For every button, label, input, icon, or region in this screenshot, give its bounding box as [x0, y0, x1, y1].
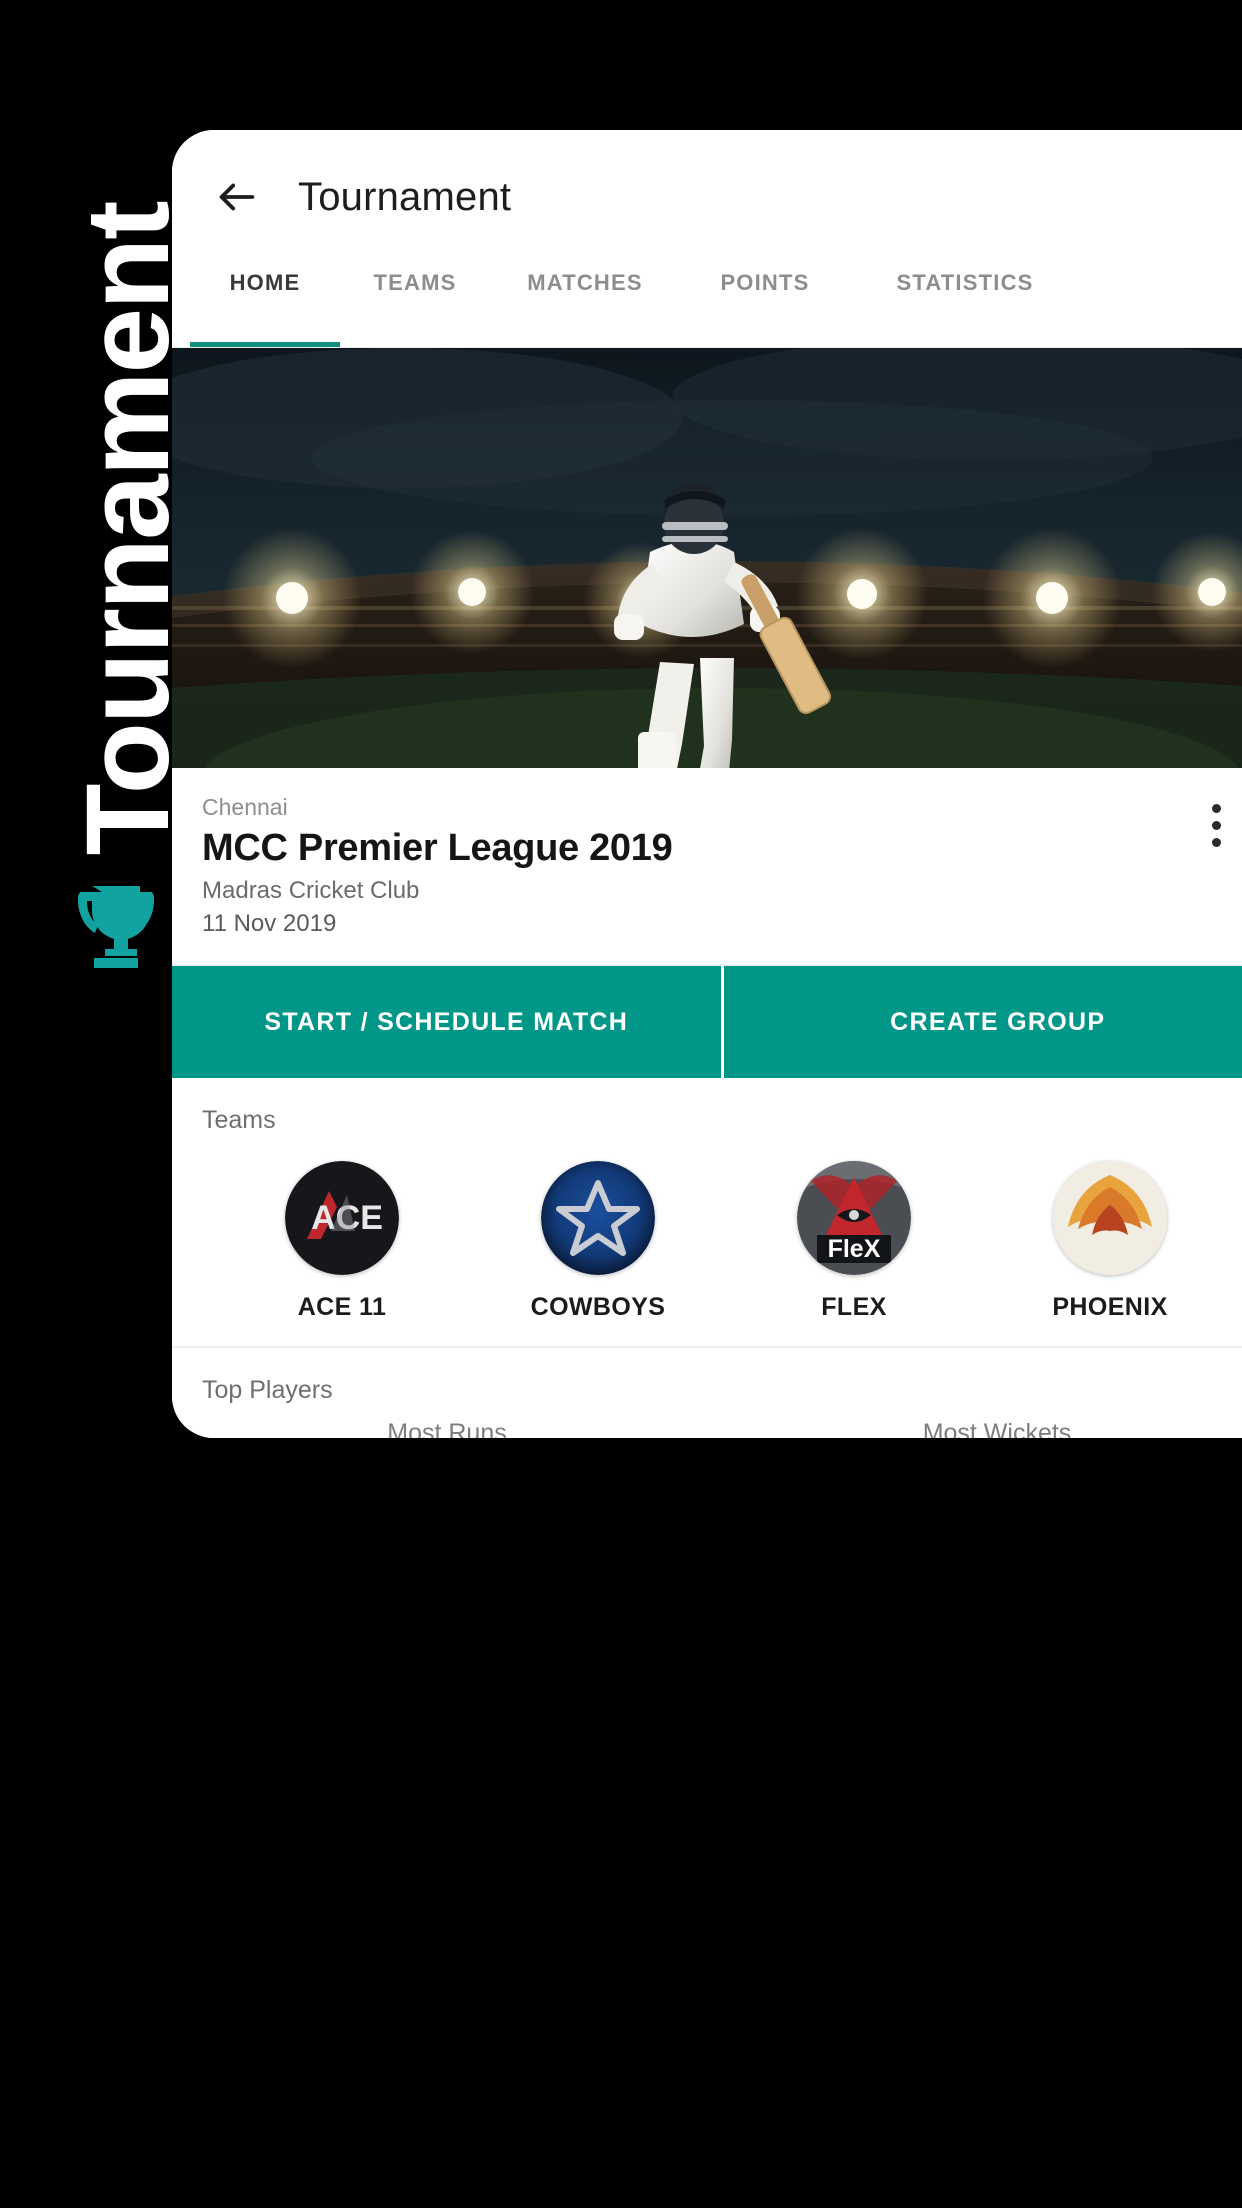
- team-item-cowboys[interactable]: COWBOYS: [506, 1161, 690, 1322]
- top-player-most-wickets[interactable]: Most Wickets 9 Yashwin Krishnakanth ACE …: [722, 1419, 1242, 1438]
- cowboys-star-logo: [541, 1161, 655, 1275]
- start-schedule-match-button[interactable]: START / SCHEDULE MATCH: [172, 966, 721, 1078]
- tab-points[interactable]: POINTS: [680, 264, 850, 347]
- teams-scroll-row[interactable]: ACE ACE 11 COWBOYS FleX FLEX PHOENIX: [172, 1135, 1242, 1346]
- tab-statistics[interactable]: STATISTICS: [850, 264, 1080, 347]
- tournament-info-card[interactable]: Chennai MCC Premier League 2019 Madras C…: [172, 768, 1242, 964]
- tab-home[interactable]: HOME: [190, 264, 340, 347]
- team-name: PHOENIX: [1052, 1293, 1168, 1321]
- team-item-flex[interactable]: FleX FLEX: [762, 1161, 946, 1322]
- team-name: FLEX: [821, 1293, 887, 1321]
- team-name: ACE 11: [297, 1293, 387, 1321]
- promo-vertical-title: Tournament: [62, 202, 194, 856]
- top-players-grid: Most Runs 168 Mithun Jai COWBOYS Most Wi…: [172, 1405, 1242, 1438]
- tab-bar: HOME TEAMS MATCHES POINTS STATISTICS: [172, 264, 1242, 348]
- app-screen: Tournament HOME TEAMS MATCHES POINTS STA…: [172, 130, 1242, 1438]
- more-vertical-icon[interactable]: [1190, 794, 1242, 938]
- team-name: COWBOYS: [530, 1293, 666, 1321]
- team-item-phoenix[interactable]: PHOENIX: [1018, 1161, 1202, 1322]
- ace-logo: ACE: [285, 1161, 399, 1275]
- top-players-section: Top Players Most Runs 168 Mithun Jai COW…: [172, 1346, 1242, 1438]
- create-group-button[interactable]: CREATE GROUP: [720, 966, 1242, 1078]
- page-title: Tournament: [298, 174, 512, 219]
- teams-section: Teams ACE ACE 11 COWBOYS FleX FLEX PHOEN…: [172, 1078, 1242, 1346]
- arrow-left-icon[interactable]: [206, 166, 268, 228]
- phoenix-logo: [1053, 1161, 1167, 1275]
- teams-section-title: Teams: [202, 1106, 276, 1134]
- tab-matches[interactable]: MATCHES: [490, 264, 680, 347]
- svg-text:FleX: FleX: [828, 1235, 881, 1263]
- app-bar: Tournament: [172, 130, 1242, 264]
- hero-banner-image: [172, 348, 1242, 768]
- tournament-club: Madras Cricket Club: [202, 877, 420, 904]
- stat-label: Most Wickets: [922, 1419, 1072, 1438]
- tournament-city: Chennai: [202, 794, 288, 820]
- action-button-bar: START / SCHEDULE MATCH CREATE GROUP: [172, 966, 1242, 1078]
- flex-hood-logo: FleX: [797, 1161, 911, 1275]
- top-players-section-title: Top Players: [202, 1376, 333, 1404]
- tab-teams[interactable]: TEAMS: [340, 264, 490, 347]
- tournament-name: MCC Premier League 2019: [202, 827, 673, 869]
- top-player-most-runs[interactable]: Most Runs 168 Mithun Jai COWBOYS: [172, 1419, 722, 1438]
- team-item-ace11[interactable]: ACE ACE 11: [250, 1161, 434, 1322]
- stat-label: Most Runs: [387, 1419, 507, 1438]
- trophy-icon: [66, 882, 166, 968]
- tournament-info-text: Chennai MCC Premier League 2019 Madras C…: [202, 794, 1190, 938]
- tournament-date: 11 Nov 2019: [202, 910, 337, 937]
- phone-frame: Tournament HOME TEAMS MATCHES POINTS STA…: [172, 130, 1242, 1438]
